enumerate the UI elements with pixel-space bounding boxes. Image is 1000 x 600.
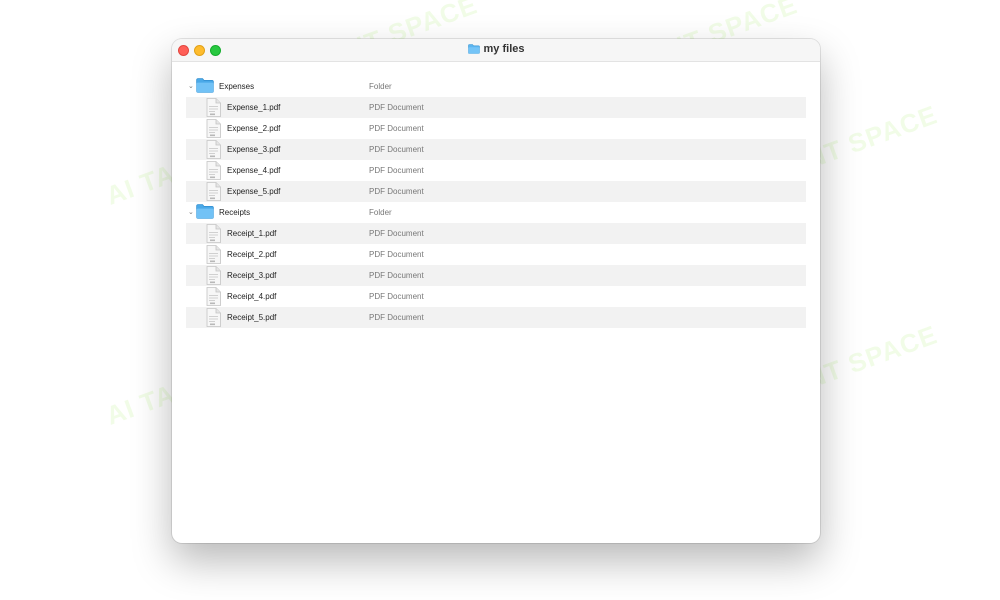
file-name: Expense_4.pdf — [227, 166, 281, 175]
title-bar[interactable]: my files — [172, 39, 820, 62]
file-row[interactable]: Expense_3.pdf PDF Document — [186, 139, 806, 160]
file-row[interactable]: Receipt_2.pdf PDF Document — [186, 244, 806, 265]
pdf-file-icon — [206, 140, 221, 161]
file-name: Receipt_4.pdf — [227, 292, 277, 301]
pdf-file-icon — [206, 161, 221, 182]
file-kind: PDF Document — [369, 292, 424, 301]
file-row[interactable]: Expense_4.pdf PDF Document — [186, 160, 806, 181]
window-title-group: my files — [172, 43, 820, 57]
file-kind: PDF Document — [369, 313, 424, 322]
pdf-file-icon — [206, 245, 221, 266]
file-name: Receipt_1.pdf — [227, 229, 277, 238]
folder-row-expenses[interactable]: ⌄ Expenses Folder — [186, 76, 806, 97]
file-row[interactable]: Expense_5.pdf PDF Document — [186, 181, 806, 202]
pdf-file-icon — [206, 119, 221, 140]
file-row[interactable]: Expense_1.pdf PDF Document — [186, 97, 806, 118]
file-kind: PDF Document — [369, 229, 424, 238]
file-kind: PDF Document — [369, 250, 424, 259]
file-name: Expense_5.pdf — [227, 187, 281, 196]
folder-row-receipts[interactable]: ⌄ Receipts Folder — [186, 202, 806, 223]
folder-kind: Folder — [369, 82, 392, 91]
window-title: my files — [483, 43, 525, 55]
folder-icon — [467, 44, 480, 57]
file-name: Expense_1.pdf — [227, 103, 281, 112]
file-list: ⌄ Expenses Folder Expense_1.pdf PDF Document… — [186, 76, 806, 328]
file-name: Expense_2.pdf — [227, 124, 281, 133]
pdf-file-icon — [206, 266, 221, 287]
pdf-file-icon — [206, 287, 221, 308]
file-row[interactable]: Receipt_1.pdf PDF Document — [186, 223, 806, 244]
file-name: Receipt_3.pdf — [227, 271, 277, 280]
file-kind: PDF Document — [369, 103, 424, 112]
file-row[interactable]: Receipt_4.pdf PDF Document — [186, 286, 806, 307]
file-kind: PDF Document — [369, 166, 424, 175]
file-kind: PDF Document — [369, 145, 424, 154]
folder-icon — [196, 204, 214, 221]
pdf-file-icon — [206, 308, 221, 329]
file-kind: PDF Document — [369, 271, 424, 280]
file-row[interactable]: Expense_2.pdf PDF Document — [186, 118, 806, 139]
pdf-file-icon — [206, 224, 221, 245]
file-name: Receipt_2.pdf — [227, 250, 277, 259]
folder-kind: Folder — [369, 208, 392, 217]
folder-name: Expenses — [219, 82, 255, 91]
folder-icon — [196, 78, 214, 95]
file-name: Expense_3.pdf — [227, 145, 281, 154]
finder-window: my files ⌄ Expenses Folder Expense_1.pdf PDF… — [172, 39, 820, 543]
file-row[interactable]: Receipt_5.pdf PDF Document — [186, 307, 806, 328]
file-row[interactable]: Receipt_3.pdf PDF Document — [186, 265, 806, 286]
pdf-file-icon — [206, 98, 221, 119]
file-kind: PDF Document — [369, 187, 424, 196]
file-kind: PDF Document — [369, 124, 424, 133]
file-name: Receipt_5.pdf — [227, 313, 277, 322]
pdf-file-icon — [206, 182, 221, 203]
folder-name: Receipts — [219, 208, 251, 217]
